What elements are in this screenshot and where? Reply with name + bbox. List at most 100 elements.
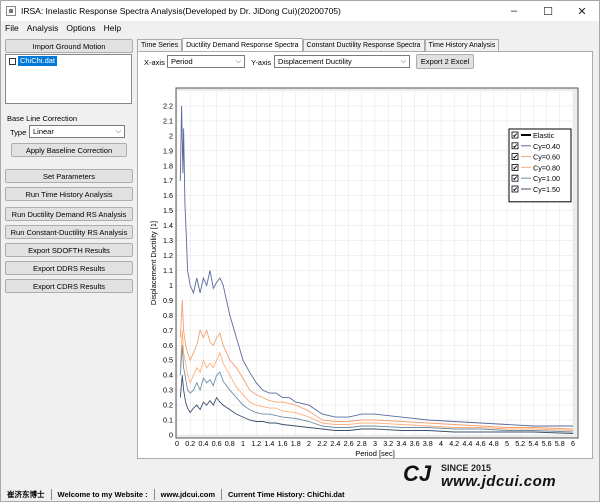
status-site[interactable]: www.jdcui.com — [161, 490, 215, 499]
x-tick-label: 3.8 — [423, 439, 433, 448]
x-tick-label: 5.8 — [555, 439, 565, 448]
x-tick-label: 0.4 — [198, 439, 208, 448]
legend-label: Cy=0.40 — [533, 142, 560, 151]
check-icon: ✔ — [513, 186, 518, 194]
legend-label: Cy=1.00 — [533, 174, 560, 183]
close-button[interactable]: ✕ — [565, 1, 599, 21]
x-tick-label: 5.6 — [542, 439, 552, 448]
ground-motion-list[interactable]: ChiChi.dat — [5, 54, 132, 104]
x-tick-label: 4.8 — [489, 439, 499, 448]
tab-time-series[interactable]: Time Series — [137, 39, 183, 51]
menu-options[interactable]: Options — [62, 23, 99, 33]
y-tick-label: 0.3 — [163, 386, 173, 395]
x-tick-label: 0.2 — [185, 439, 195, 448]
check-icon: ✔ — [513, 153, 518, 161]
menu-help[interactable]: Help — [100, 23, 125, 33]
yaxis-select[interactable]: Displacement Ductility ⌵ — [274, 55, 410, 68]
x-tick-label: 3 — [373, 439, 377, 448]
tab-time-history[interactable]: Time History Analysis — [424, 39, 500, 51]
tab-ductility-demand[interactable]: Ductility Demand Response Spectra — [182, 38, 303, 51]
x-tick-label: 0 — [175, 439, 179, 448]
legend-label: Cy=0.80 — [533, 163, 560, 172]
status-owner: 崔济东博士 — [7, 490, 45, 499]
title-bar: IRSA: Inelastic Response Spectra Analysi… — [1, 1, 599, 21]
x-tick-label: 1.6 — [278, 439, 288, 448]
y-tick-label: 0.5 — [163, 356, 173, 365]
import-ground-motion-button[interactable]: Import Ground Motion — [5, 39, 133, 53]
chevron-down-icon: ⌵ — [400, 58, 406, 65]
x-tick-label: 5.2 — [515, 439, 525, 448]
watermark-since: SINCE 2015 — [441, 463, 492, 473]
run-time-history-button[interactable]: Run Time History Analysis — [5, 187, 133, 201]
x-tick-label: 2.8 — [357, 439, 367, 448]
tab-constant-ductility[interactable]: Constant Ductility Response Spectra — [302, 39, 425, 51]
y-tick-label: 1.5 — [163, 206, 173, 215]
status-bar: 崔济东博士 Welcome to my Website : www.jdcui.… — [1, 487, 599, 502]
x-tick-label: 4.2 — [449, 439, 459, 448]
y-tick-label: 0.1 — [163, 416, 173, 425]
check-icon: ✔ — [513, 175, 518, 183]
x-tick-label: 4.6 — [476, 439, 486, 448]
x-tick-label: 2.2 — [317, 439, 327, 448]
x-tick-label: 3.4 — [396, 439, 406, 448]
x-tick-label: 1 — [241, 439, 245, 448]
y-tick-label: 1.3 — [163, 236, 173, 245]
baseline-type-select[interactable]: Linear ⌵ — [29, 125, 125, 138]
y-tick-label: 0.4 — [163, 371, 173, 380]
export-ddrs-button[interactable]: Export DDRS Results — [5, 261, 133, 275]
menu-file[interactable]: File — [1, 23, 23, 33]
x-tick-label: 2.6 — [344, 439, 354, 448]
app-icon — [6, 6, 16, 16]
xaxis-select[interactable]: Period ⌵ — [167, 55, 245, 68]
status-current-file: Current Time History: ChiChi.dat — [228, 490, 345, 499]
y-tick-label: 1.2 — [163, 251, 173, 260]
legend-label: Elastic — [533, 131, 555, 140]
x-tick-label: 1.4 — [264, 439, 274, 448]
menu-bar: File Analysis Options Help — [1, 21, 599, 35]
list-item[interactable]: ChiChi.dat — [7, 56, 58, 66]
tab-strip: Time Series Ductility Demand Response Sp… — [137, 38, 500, 51]
y-tick-label: 0.9 — [163, 296, 173, 305]
export-cdrs-button[interactable]: Export CDRS Results — [5, 279, 133, 293]
x-tick-label: 0.8 — [225, 439, 235, 448]
legend-label: Cy=1.50 — [533, 185, 560, 194]
export-excel-button[interactable]: Export 2 Excel — [416, 54, 474, 69]
x-tick-label: 2.4 — [330, 439, 340, 448]
y-tick-label: 0.2 — [163, 401, 173, 410]
yaxis-value: Displacement Ductility — [278, 57, 352, 66]
chart-canvas: 0 0.2 0.4 0.6 0.8 1 1.2 1.4 1.6 1.8 2 2.2 2.4 2.6 2.8 3… — [149, 87, 579, 458]
type-label: Type — [10, 128, 27, 137]
run-ductility-demand-button[interactable]: Run Ductility Demand RS Analysis — [5, 207, 133, 221]
yaxis-label: Y-axis — [251, 58, 272, 67]
file-checkbox[interactable] — [9, 57, 16, 65]
x-tick-label: 4 — [439, 439, 443, 448]
y-tick-label: 0.7 — [163, 326, 173, 335]
y-tick-label: 0.8 — [163, 311, 173, 320]
export-sdofth-button[interactable]: Export SDOFTH Results — [5, 243, 133, 257]
minimize-button[interactable]: – — [497, 1, 531, 21]
y-tick-label: 0 — [169, 431, 173, 440]
y-tick-label: 1 — [169, 281, 173, 290]
run-constant-ductility-button[interactable]: Run Constant-Ductility RS Analysis — [5, 225, 133, 239]
y-tick-label: 1.9 — [163, 146, 173, 155]
status-welcome: Welcome to my Website : — [57, 490, 148, 499]
xaxis-value: Period — [171, 57, 193, 66]
check-icon: ✔ — [513, 132, 518, 140]
x-tick-label: 2 — [307, 439, 311, 448]
app-window: IRSA: Inelastic Response Spectra Analysi… — [0, 0, 600, 502]
set-parameters-button[interactable]: Set Parameters — [5, 169, 133, 183]
x-tick-label: 3.2 — [383, 439, 393, 448]
y-tick-label: 2.1 — [163, 116, 173, 125]
x-tick-label: 6 — [571, 439, 575, 448]
y-tick-label: 1.4 — [163, 221, 173, 230]
maximize-button[interactable]: ☐ — [531, 1, 565, 21]
status-divider — [50, 489, 52, 500]
menu-analysis[interactable]: Analysis — [23, 23, 63, 33]
check-icon: ✔ — [513, 164, 518, 172]
apply-baseline-button[interactable]: Apply Baseline Correction — [11, 143, 127, 157]
y-tick-label: 2.2 — [163, 101, 173, 110]
y-tick-label: 1.7 — [163, 176, 173, 185]
x-tick-label: 1.8 — [291, 439, 301, 448]
y-tick-label: 0.6 — [163, 341, 173, 350]
x-tick-label: 4.4 — [462, 439, 472, 448]
